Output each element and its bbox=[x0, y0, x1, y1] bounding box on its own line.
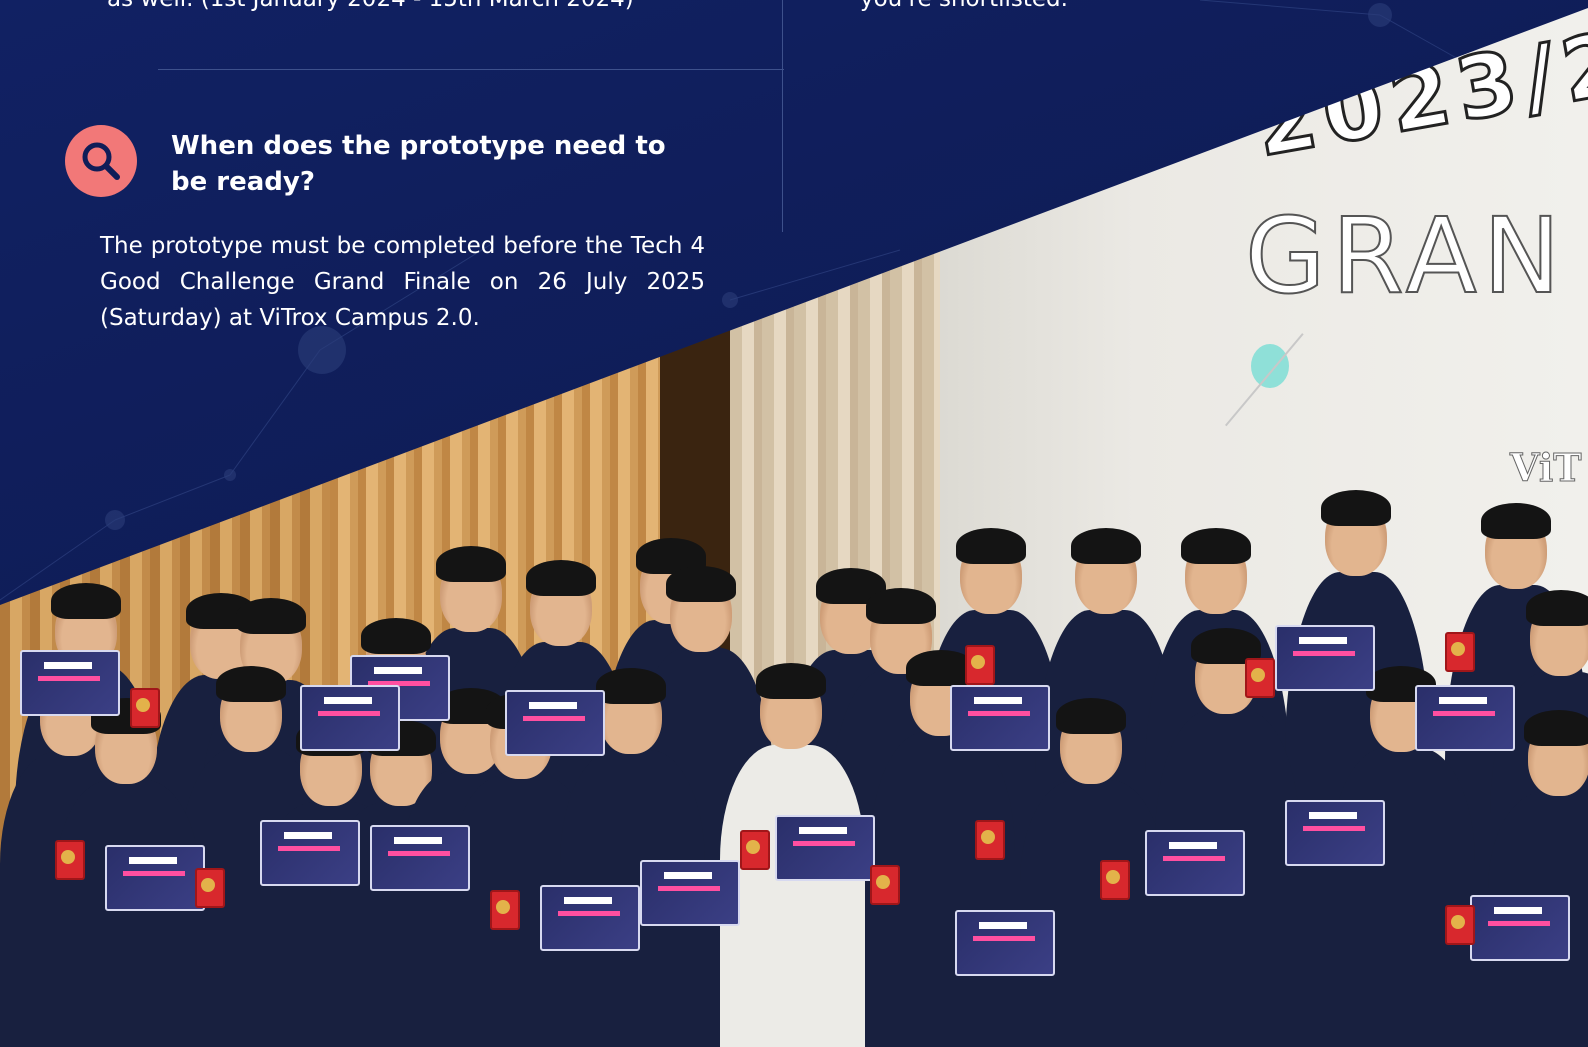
medal-box bbox=[1445, 905, 1475, 945]
participant-hair bbox=[526, 560, 596, 596]
participant-hair bbox=[956, 528, 1026, 564]
award-certificate bbox=[1470, 895, 1570, 961]
participant-hair bbox=[1524, 710, 1588, 746]
vertical-divider bbox=[782, 0, 783, 232]
award-certificate bbox=[955, 910, 1055, 976]
participant-hair bbox=[1321, 490, 1391, 526]
medal-box bbox=[975, 820, 1005, 860]
prev-answer-fragment-right: you're shortlisted. bbox=[860, 0, 1068, 12]
medal-box bbox=[490, 890, 520, 930]
participant-hair bbox=[216, 666, 286, 702]
participant-hair bbox=[666, 566, 736, 602]
participant-hair bbox=[361, 618, 431, 654]
award-certificate bbox=[950, 685, 1050, 751]
prev-answer-fragment: as well. (1st January 2024 - 15th March … bbox=[107, 0, 634, 12]
participant-hair bbox=[51, 583, 121, 619]
participant-hair bbox=[1481, 503, 1551, 539]
award-certificate bbox=[370, 825, 470, 891]
medal-box bbox=[740, 830, 770, 870]
medal-box bbox=[130, 688, 160, 728]
participant-shirt bbox=[720, 745, 865, 1047]
award-certificate bbox=[20, 650, 120, 716]
participant-hair bbox=[1071, 528, 1141, 564]
search-icon bbox=[65, 125, 137, 197]
medal-box bbox=[870, 865, 900, 905]
horizontal-divider bbox=[158, 69, 784, 70]
award-certificate bbox=[505, 690, 605, 756]
award-certificate bbox=[775, 815, 875, 881]
award-certificate bbox=[1415, 685, 1515, 751]
award-certificate bbox=[1145, 830, 1245, 896]
award-certificate bbox=[300, 685, 400, 751]
medal-box bbox=[1100, 860, 1130, 900]
participant-hair bbox=[866, 588, 936, 624]
participant-hair bbox=[756, 663, 826, 699]
award-certificate bbox=[1275, 625, 1375, 691]
participant-hair bbox=[436, 546, 506, 582]
participant-shirt bbox=[55, 780, 200, 1047]
medal-box bbox=[1245, 658, 1275, 698]
medal-box bbox=[195, 868, 225, 908]
award-certificate bbox=[260, 820, 360, 886]
participant-hair bbox=[596, 668, 666, 704]
award-certificate bbox=[105, 845, 205, 911]
award-certificate bbox=[540, 885, 640, 951]
faq-question: When does the prototype need to be ready… bbox=[171, 131, 666, 197]
participant-hair bbox=[1181, 528, 1251, 564]
medal-box bbox=[1445, 632, 1475, 672]
medal-box bbox=[965, 645, 995, 685]
faq-answer: The prototype must be completed before t… bbox=[100, 233, 705, 331]
participant-hair bbox=[1526, 590, 1588, 626]
award-certificate bbox=[1285, 800, 1385, 866]
medal-box bbox=[55, 840, 85, 880]
award-certificate bbox=[640, 860, 740, 926]
participant-hair bbox=[1056, 698, 1126, 734]
participant-hair bbox=[236, 598, 306, 634]
participant-shirt bbox=[1330, 748, 1475, 1047]
